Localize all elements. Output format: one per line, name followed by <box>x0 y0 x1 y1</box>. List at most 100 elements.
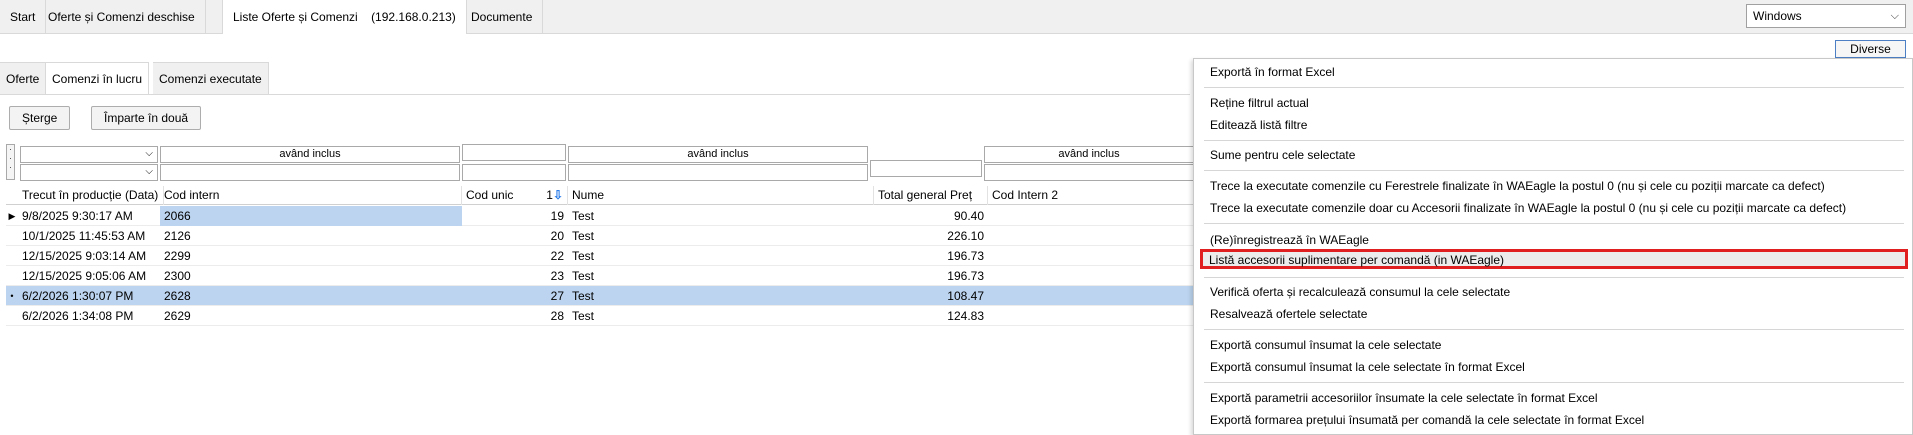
menu-keep-filter[interactable]: Reține filtrul actual <box>1204 93 1309 113</box>
cell-nume[interactable]: Test <box>568 226 874 246</box>
col-header-nume[interactable]: Nume <box>568 186 874 205</box>
cell-unic[interactable]: 23 <box>462 266 568 286</box>
filter-cod-intern-input[interactable] <box>160 164 460 181</box>
cell-cod2[interactable] <box>988 286 1196 306</box>
filter-nume-input[interactable] <box>568 164 868 181</box>
filter-cod-unic-input[interactable] <box>462 144 566 161</box>
cell-total[interactable]: 108.47 <box>874 286 988 306</box>
col-header-cod-unic-label: Cod unic <box>466 188 514 202</box>
cell-cod2[interactable] <box>988 246 1196 266</box>
context-menu: Exportă în format Excel Reține filtrul a… <box>1193 58 1913 435</box>
menu-export-excel[interactable]: Exportă în format Excel <box>1204 62 1335 82</box>
cell-nume[interactable]: Test <box>568 206 874 226</box>
cell-date[interactable]: 6/2/2026 1:34:08 PM <box>18 306 160 326</box>
menu-export-accessory-params[interactable]: Exportă parametrii accesoriilor însumate… <box>1204 388 1598 408</box>
menu-verify-recalculate[interactable]: Verifică oferta și recalculează consumul… <box>1204 282 1510 302</box>
menu-move-accessories-finished[interactable]: Trece la executate comenzile doar cu Acc… <box>1204 198 1846 218</box>
tab-offer-order-lists-label: Liste Oferte și Comenzi <box>233 10 358 24</box>
col-header-total[interactable]: Total general Preț <box>874 186 988 205</box>
col-header-cod-unic[interactable]: Cod unic 1⇩ <box>462 186 568 205</box>
row-indicator <box>6 246 18 266</box>
filter-cod-unic-input-2[interactable] <box>462 164 566 181</box>
col-header-cod-intern[interactable]: Cod intern <box>160 186 462 205</box>
table-row[interactable]: 6/2/2026 1:34:08 PM 2629 28 Test 124.83 <box>6 306 1196 326</box>
cell-total[interactable]: 196.73 <box>874 266 988 286</box>
cell-intern[interactable]: 2629 <box>160 306 462 326</box>
filter-cod-intern2-mode[interactable]: având inclus <box>984 146 1194 163</box>
window-select[interactable]: Windows ⌵ <box>1746 4 1906 28</box>
split-button[interactable]: Împarte în două <box>91 106 202 130</box>
table-row[interactable]: 12/15/2025 9:03:14 AM 2299 22 Test 196.73 <box>6 246 1196 266</box>
menu-separator <box>1204 170 1904 171</box>
cell-intern[interactable]: 2299 <box>160 246 462 266</box>
chevron-down-icon: ⌵ <box>1890 10 1899 22</box>
tab-documents[interactable]: Documente <box>461 0 544 34</box>
cell-total[interactable]: 196.73 <box>874 246 988 266</box>
cell-unic[interactable]: 27 <box>462 286 568 306</box>
row-indicator <box>6 226 18 246</box>
cell-unic[interactable]: 19 <box>462 206 568 226</box>
delete-button[interactable]: Șterge <box>9 106 71 130</box>
filter-date-dropdown-2[interactable]: ⌵ <box>20 164 158 181</box>
menu-reregister-waeagle[interactable]: (Re)înregistrează în WAEagle <box>1204 230 1369 250</box>
diverse-button[interactable]: Diverse <box>1835 40 1906 58</box>
row-indicator: ▶ <box>8 211 16 221</box>
cell-cod2[interactable] <box>988 306 1196 326</box>
tab-orders-in-progress[interactable]: Comenzi în lucru <box>46 62 150 94</box>
chevron-down-icon: ⌵ <box>145 166 153 177</box>
cell-cod2[interactable] <box>988 266 1196 286</box>
cell-date[interactable]: 9/8/2025 9:30:17 AM <box>18 206 160 226</box>
menu-export-price-formation[interactable]: Exportă formarea prețului însumată per c… <box>1204 410 1644 430</box>
sort-indicator: 1⇩ <box>546 186 563 205</box>
cell-intern[interactable]: 2628 <box>160 286 462 306</box>
cell-unic[interactable]: 28 <box>462 306 568 326</box>
menu-sums-selected[interactable]: Sume pentru cele selectate <box>1204 145 1355 165</box>
cell-nume[interactable]: Test <box>568 266 874 286</box>
menu-separator <box>1204 140 1904 141</box>
cell-nume[interactable]: Test <box>568 286 874 306</box>
filter-total-input[interactable] <box>870 160 982 177</box>
tab-offers[interactable]: Oferte <box>0 62 47 94</box>
cell-intern[interactable]: 2126 <box>160 226 462 246</box>
cell-date[interactable]: 12/15/2025 9:05:06 AM <box>18 266 160 286</box>
table-row[interactable]: 12/15/2025 9:05:06 AM 2300 23 Test 196.73 <box>6 266 1196 286</box>
cell-date[interactable]: 6/2/2026 1:30:07 PM <box>18 286 160 306</box>
menu-extra-accessories-list[interactable]: Listă accesorii suplimentare per comandă… <box>1200 249 1908 269</box>
cell-total[interactable]: 90.40 <box>874 206 988 226</box>
table-row[interactable]: • 6/2/2026 1:30:07 PM 2628 27 Test 108.47 <box>6 286 1196 306</box>
table-header: Trecut în producție (Data) Cod intern Co… <box>6 186 1196 205</box>
tab-orders-executed[interactable]: Comenzi executate <box>153 62 269 94</box>
filter-cod-intern2-input[interactable] <box>984 164 1194 181</box>
sort-down-arrow-icon: ⇩ <box>552 188 563 202</box>
cell-cod2[interactable] <box>988 226 1196 246</box>
divider <box>0 94 1190 95</box>
menu-export-consumption[interactable]: Exportă consumul însumat la cele selecta… <box>1204 335 1441 355</box>
filter-nume-mode[interactable]: având inclus <box>568 146 868 163</box>
menu-export-consumption-excel[interactable]: Exportă consumul însumat la cele selecta… <box>1204 357 1525 377</box>
menu-separator <box>1204 277 1904 278</box>
cell-date[interactable]: 10/1/2025 11:45:53 AM <box>18 226 160 246</box>
cell-intern[interactable]: 2300 <box>160 266 462 286</box>
cell-intern[interactable]: 2066 <box>160 206 462 226</box>
cell-total[interactable]: 226.10 <box>874 226 988 246</box>
cell-date[interactable]: 12/15/2025 9:03:14 AM <box>18 246 160 266</box>
col-header-cod-intern-2[interactable]: Cod Intern 2 <box>988 186 1196 205</box>
cell-unic[interactable]: 22 <box>462 246 568 266</box>
menu-separator <box>1204 87 1904 88</box>
tab-open-offers-orders[interactable]: Oferte și Comenzi deschise <box>38 0 206 34</box>
row-indicator <box>6 306 18 326</box>
cell-total[interactable]: 124.83 <box>874 306 988 326</box>
col-header-date[interactable]: Trecut în producție (Data) <box>18 186 164 205</box>
cell-nume[interactable]: Test <box>568 306 874 326</box>
table-row[interactable]: 10/1/2025 11:45:53 AM 2126 20 Test 226.10 <box>6 226 1196 246</box>
filter-date-dropdown[interactable]: ⌵ <box>20 146 158 163</box>
menu-edit-filter-list[interactable]: Editează listă filtre <box>1204 115 1307 135</box>
cell-cod2[interactable] <box>988 206 1196 226</box>
table-row[interactable]: ▶ 9/8/2025 9:30:17 AM 2066 19 Test 90.40 <box>6 206 1196 226</box>
cell-unic[interactable]: 20 <box>462 226 568 246</box>
filter-cod-intern-mode[interactable]: având inclus <box>160 146 460 163</box>
menu-resave-offers[interactable]: Resalvează ofertele selectate <box>1204 304 1367 324</box>
cell-nume[interactable]: Test <box>568 246 874 266</box>
tab-offer-order-lists[interactable]: Liste Oferte și Comenzi (192.168.0.213) <box>222 0 467 35</box>
menu-move-windows-finished[interactable]: Trece la executate comenzile cu Ferestre… <box>1204 176 1825 196</box>
